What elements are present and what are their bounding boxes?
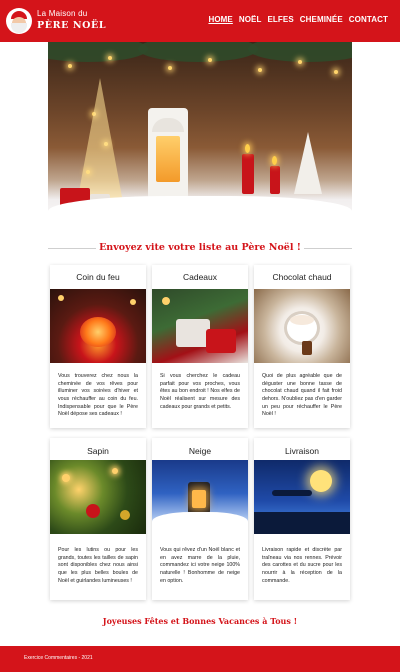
section-title-row: Envoyez vite votre liste au Père Noël !: [48, 236, 352, 260]
christmas-tree-image-icon: [50, 460, 146, 534]
card-sapin[interactable]: Sapin Pour les lutins ou pour les grands…: [50, 438, 146, 600]
nav-contact[interactable]: CONTACT: [349, 15, 388, 24]
card-text: Vous qui rêvez d'un Noël blanc et en ave…: [160, 547, 240, 584]
card-text: Vous trouverez chez nous la cheminée de …: [58, 373, 138, 418]
nav-home[interactable]: HOME: [208, 15, 232, 24]
santa-logo-icon[interactable]: [6, 8, 32, 34]
divider-right: [304, 248, 352, 249]
main-nav: HOME NOËL ELFES CHEMINÉE CONTACT: [208, 15, 388, 24]
hot-chocolate-image-icon: [254, 289, 350, 363]
fireplace-image-icon: [50, 289, 146, 363]
footer-text: Exercice Commentaires - 2021: [24, 655, 93, 661]
brand-line2: PÈRE NOËL: [37, 20, 107, 31]
card-text: Quoi de plus agréable que de déguster un…: [262, 373, 342, 418]
closing-message: Joyeuses Fêtes et Bonnes Vacances à Tous…: [102, 616, 298, 626]
card-title: Neige: [188, 446, 212, 456]
card-neige[interactable]: Neige Vous qui rêvez d'un Noël blanc et …: [152, 438, 248, 600]
card-text: Pour les lutins ou pour les grands, tout…: [58, 547, 138, 584]
card-text: Si vous cherchez le cadeau parfait pour …: [160, 373, 240, 410]
snow-image-icon: [152, 460, 248, 534]
hero-christmas-lantern-image: [48, 42, 352, 234]
card-title: Cadeaux: [182, 272, 218, 282]
brand-name[interactable]: La Maison du PÈRE NOËL: [37, 10, 106, 31]
site-header: La Maison du PÈRE NOËL HOME NOËL ELFES C…: [0, 0, 400, 42]
nav-elfes[interactable]: ELFES: [267, 15, 293, 24]
site-footer: Exercice Commentaires - 2021: [0, 646, 400, 672]
card-title: Sapin: [87, 446, 109, 456]
card-title: Coin du feu: [76, 272, 120, 282]
card-coin-du-feu[interactable]: Coin du feu Vous trouverez chez nous la …: [50, 265, 146, 428]
nav-cheminee[interactable]: CHEMINÉE: [300, 15, 343, 24]
card-chocolat-chaud[interactable]: Chocolat chaud Quoi de plus agréable que…: [254, 265, 350, 428]
nav-noel[interactable]: NOËL: [239, 15, 262, 24]
card-title: Chocolat chaud: [272, 272, 332, 282]
gifts-image-icon: [152, 289, 248, 363]
card-text: Livraison rapide et discrète par traînea…: [262, 547, 342, 584]
brand-line1: La Maison du: [37, 9, 88, 18]
card-livraison[interactable]: Livraison Livraison rapide et discrète p…: [254, 438, 350, 600]
sleigh-delivery-image-icon: [254, 460, 350, 534]
card-cadeaux[interactable]: Cadeaux Si vous cherchez le cadeau parfa…: [152, 265, 248, 428]
card-title: Livraison: [284, 446, 320, 456]
